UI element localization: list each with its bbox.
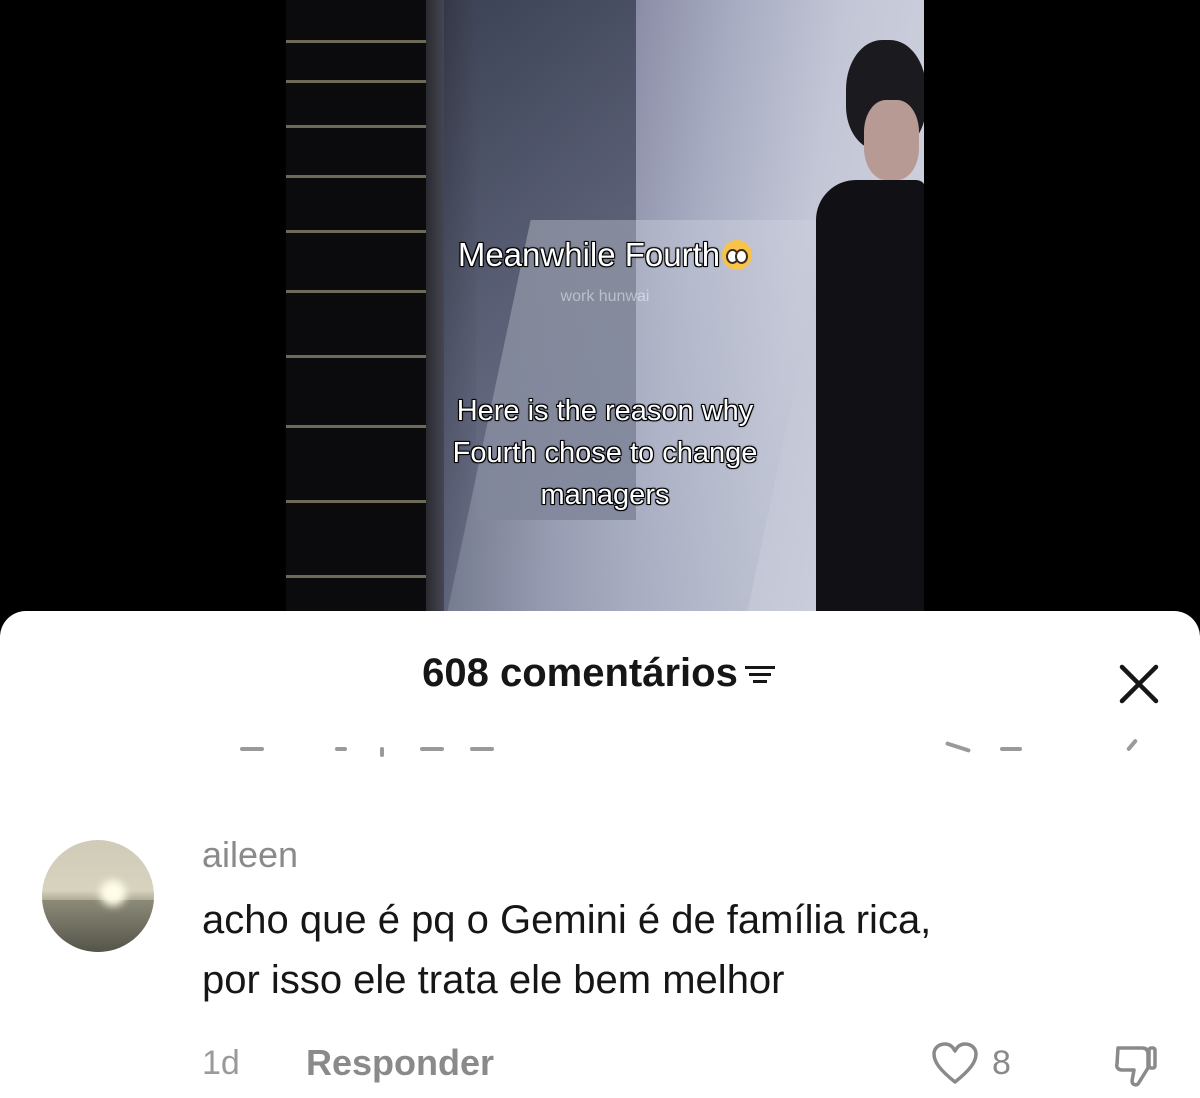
video-caption-top: Meanwhile Fourth xyxy=(286,236,924,274)
video-frame[interactable]: Meanwhile Fourth work hunwai Here is the… xyxy=(286,0,924,640)
comment-time: 1d xyxy=(202,1044,240,1082)
comments-count-title: 608 comentários xyxy=(422,651,738,695)
filter-icon[interactable] xyxy=(742,661,778,687)
person-figure xyxy=(806,30,924,640)
thumbs-down-icon[interactable] xyxy=(1110,1040,1160,1090)
video-player[interactable]: Meanwhile Fourth work hunwai Here is the… xyxy=(0,0,1200,640)
pleading-face-emoji-icon xyxy=(722,240,753,270)
comment-text: acho que é pq o Gemini é de família rica… xyxy=(202,898,932,1002)
comments-header: 608 comentários xyxy=(0,651,1200,711)
video-watermark: work hunwai xyxy=(560,288,650,305)
video-caption-bottom: Here is the reason why Fourth chose to c… xyxy=(452,395,758,511)
previous-comment-cutoff xyxy=(0,738,1200,759)
reply-button[interactable]: Responder xyxy=(306,1042,494,1084)
avatar[interactable] xyxy=(42,840,154,952)
heart-icon[interactable] xyxy=(930,1040,980,1086)
close-icon[interactable] xyxy=(1116,661,1162,707)
escalator-image xyxy=(286,0,444,640)
comment-meta: 1d Responder 8 xyxy=(0,1036,1200,1087)
comments-sheet: 608 comentários aileen acho que é pq o G… xyxy=(0,611,1200,1098)
comment-username[interactable]: aileen xyxy=(202,834,298,876)
like-count: 8 xyxy=(992,1044,1011,1082)
